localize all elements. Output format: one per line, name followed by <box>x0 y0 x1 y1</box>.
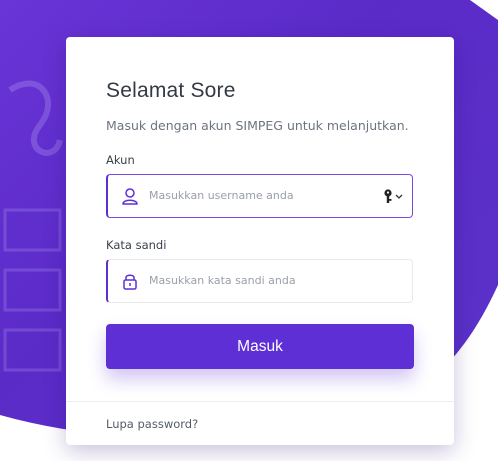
password-field[interactable]: Masukkan kata sandi anda <box>106 259 413 303</box>
lock-icon <box>123 274 137 290</box>
greeting-title: Selamat Sore <box>106 79 236 102</box>
login-subtitle: Masuk dengan akun SIMPEG untuk melanjutk… <box>106 118 409 133</box>
user-icon <box>122 188 138 205</box>
login-card: Selamat Sore Masuk dengan akun SIMPEG un… <box>66 37 454 445</box>
divider <box>66 401 454 402</box>
username-placeholder: Masukkan username anda <box>149 189 294 202</box>
password-placeholder: Masukkan kata sandi anda <box>149 274 296 287</box>
key-icon[interactable] <box>382 187 406 205</box>
login-button[interactable]: Masuk <box>106 324 414 369</box>
password-label: Kata sandi <box>106 238 167 252</box>
username-field[interactable]: Masukkan username anda <box>106 174 413 218</box>
forgot-password-link[interactable]: Lupa password? <box>106 417 198 431</box>
username-label: Akun <box>106 153 135 167</box>
